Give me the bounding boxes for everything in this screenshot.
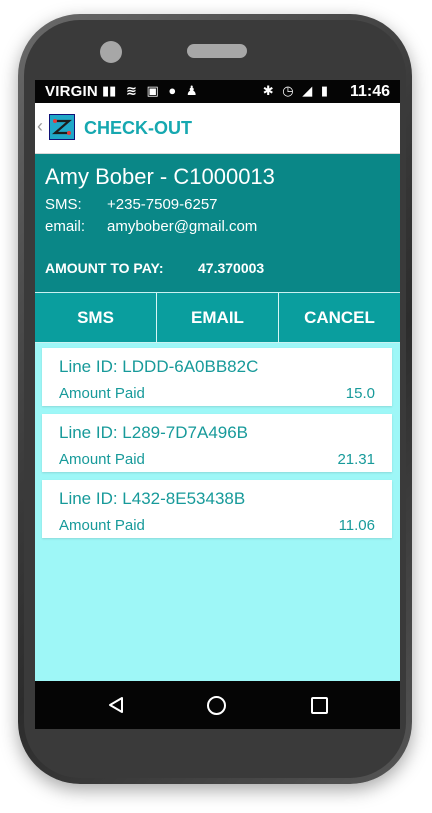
cancel-button[interactable]: CANCEL bbox=[279, 293, 400, 343]
earpiece-speaker bbox=[187, 44, 247, 58]
amount-paid-label: Amount Paid bbox=[59, 385, 145, 402]
payment-lines-list: Line ID: LDDD-6A0BB82C Amount Paid 15.0 … bbox=[42, 348, 392, 546]
sms-label: SMS: bbox=[45, 196, 82, 213]
action-bar: SMS EMAIL CANCEL bbox=[35, 292, 400, 343]
wifi-icon: ≋ bbox=[125, 83, 137, 98]
status-icons-left: ▮▮ ≋ ▣ ● ♟ bbox=[102, 83, 204, 99]
message-icon: ● bbox=[168, 83, 177, 98]
image-icon: ▣ bbox=[146, 83, 159, 98]
back-chevron-icon[interactable]: ‹ bbox=[37, 116, 43, 137]
front-camera bbox=[100, 41, 122, 63]
carrier-name: VIRGIN bbox=[45, 83, 98, 100]
status-icons-right: ✱ ◷ ◢ ▮ bbox=[258, 83, 328, 99]
amount-to-pay-value: 47.370003 bbox=[198, 260, 265, 276]
page-title: CHECK-OUT bbox=[84, 118, 192, 138]
alarm-icon: ◷ bbox=[282, 83, 294, 98]
customer-name: Amy Bober - C1000013 bbox=[45, 164, 275, 189]
line-id: Line ID: LDDD-6A0BB82C bbox=[59, 357, 259, 376]
screen: VIRGIN ▮▮ ≋ ▣ ● ♟ ✱ ◷ ◢ ▮ 11:46 ‹ CHECK-… bbox=[35, 80, 400, 729]
sms-value: +235-7509-6257 bbox=[107, 196, 218, 213]
list-item[interactable]: Line ID: L289-7D7A496B Amount Paid 21.31 bbox=[42, 414, 392, 472]
list-item[interactable]: Line ID: LDDD-6A0BB82C Amount Paid 15.0 bbox=[42, 348, 392, 406]
nav-home-icon[interactable] bbox=[207, 696, 226, 715]
bluetooth-icon: ✱ bbox=[262, 83, 274, 98]
system-nav-bar bbox=[35, 681, 400, 729]
email-button[interactable]: EMAIL bbox=[157, 293, 279, 343]
nav-recents-icon[interactable] bbox=[311, 697, 328, 714]
line-id: Line ID: L432-8E53438B bbox=[59, 489, 246, 508]
h-signal-icon: ◢ bbox=[302, 83, 313, 98]
line-id: Line ID: L289-7D7A496B bbox=[59, 423, 249, 442]
amount-paid-value: 21.31 bbox=[337, 451, 375, 468]
amount-paid-label: Amount Paid bbox=[59, 517, 145, 534]
amount-paid-value: 11.06 bbox=[338, 517, 375, 534]
email-value: amybober@gmail.com bbox=[107, 218, 258, 235]
nav-back-icon[interactable] bbox=[107, 696, 125, 714]
clock: 11:46 bbox=[349, 83, 390, 100]
app-bar: ‹ CHECK-OUT bbox=[35, 103, 400, 154]
status-bar: VIRGIN ▮▮ ≋ ▣ ● ♟ ✱ ◷ ◢ ▮ 11:46 bbox=[35, 80, 400, 103]
customer-header: Amy Bober - C1000013 SMS: +235-7509-6257… bbox=[35, 154, 400, 292]
amount-to-pay-label: AMOUNT TO PAY: bbox=[45, 260, 164, 276]
battery-icon: ▮ bbox=[320, 83, 328, 98]
amount-paid-value: 15.0 bbox=[345, 385, 375, 402]
app-logo-icon[interactable] bbox=[49, 114, 75, 140]
amount-paid-label: Amount Paid bbox=[59, 451, 145, 468]
list-item[interactable]: Line ID: L432-8E53438B Amount Paid 11.06 bbox=[42, 480, 392, 538]
signal-bars-icon: ▮▮ bbox=[102, 83, 117, 98]
android-icon: ♟ bbox=[185, 83, 198, 98]
sms-button[interactable]: SMS bbox=[35, 293, 157, 343]
email-label: email: bbox=[45, 218, 86, 235]
